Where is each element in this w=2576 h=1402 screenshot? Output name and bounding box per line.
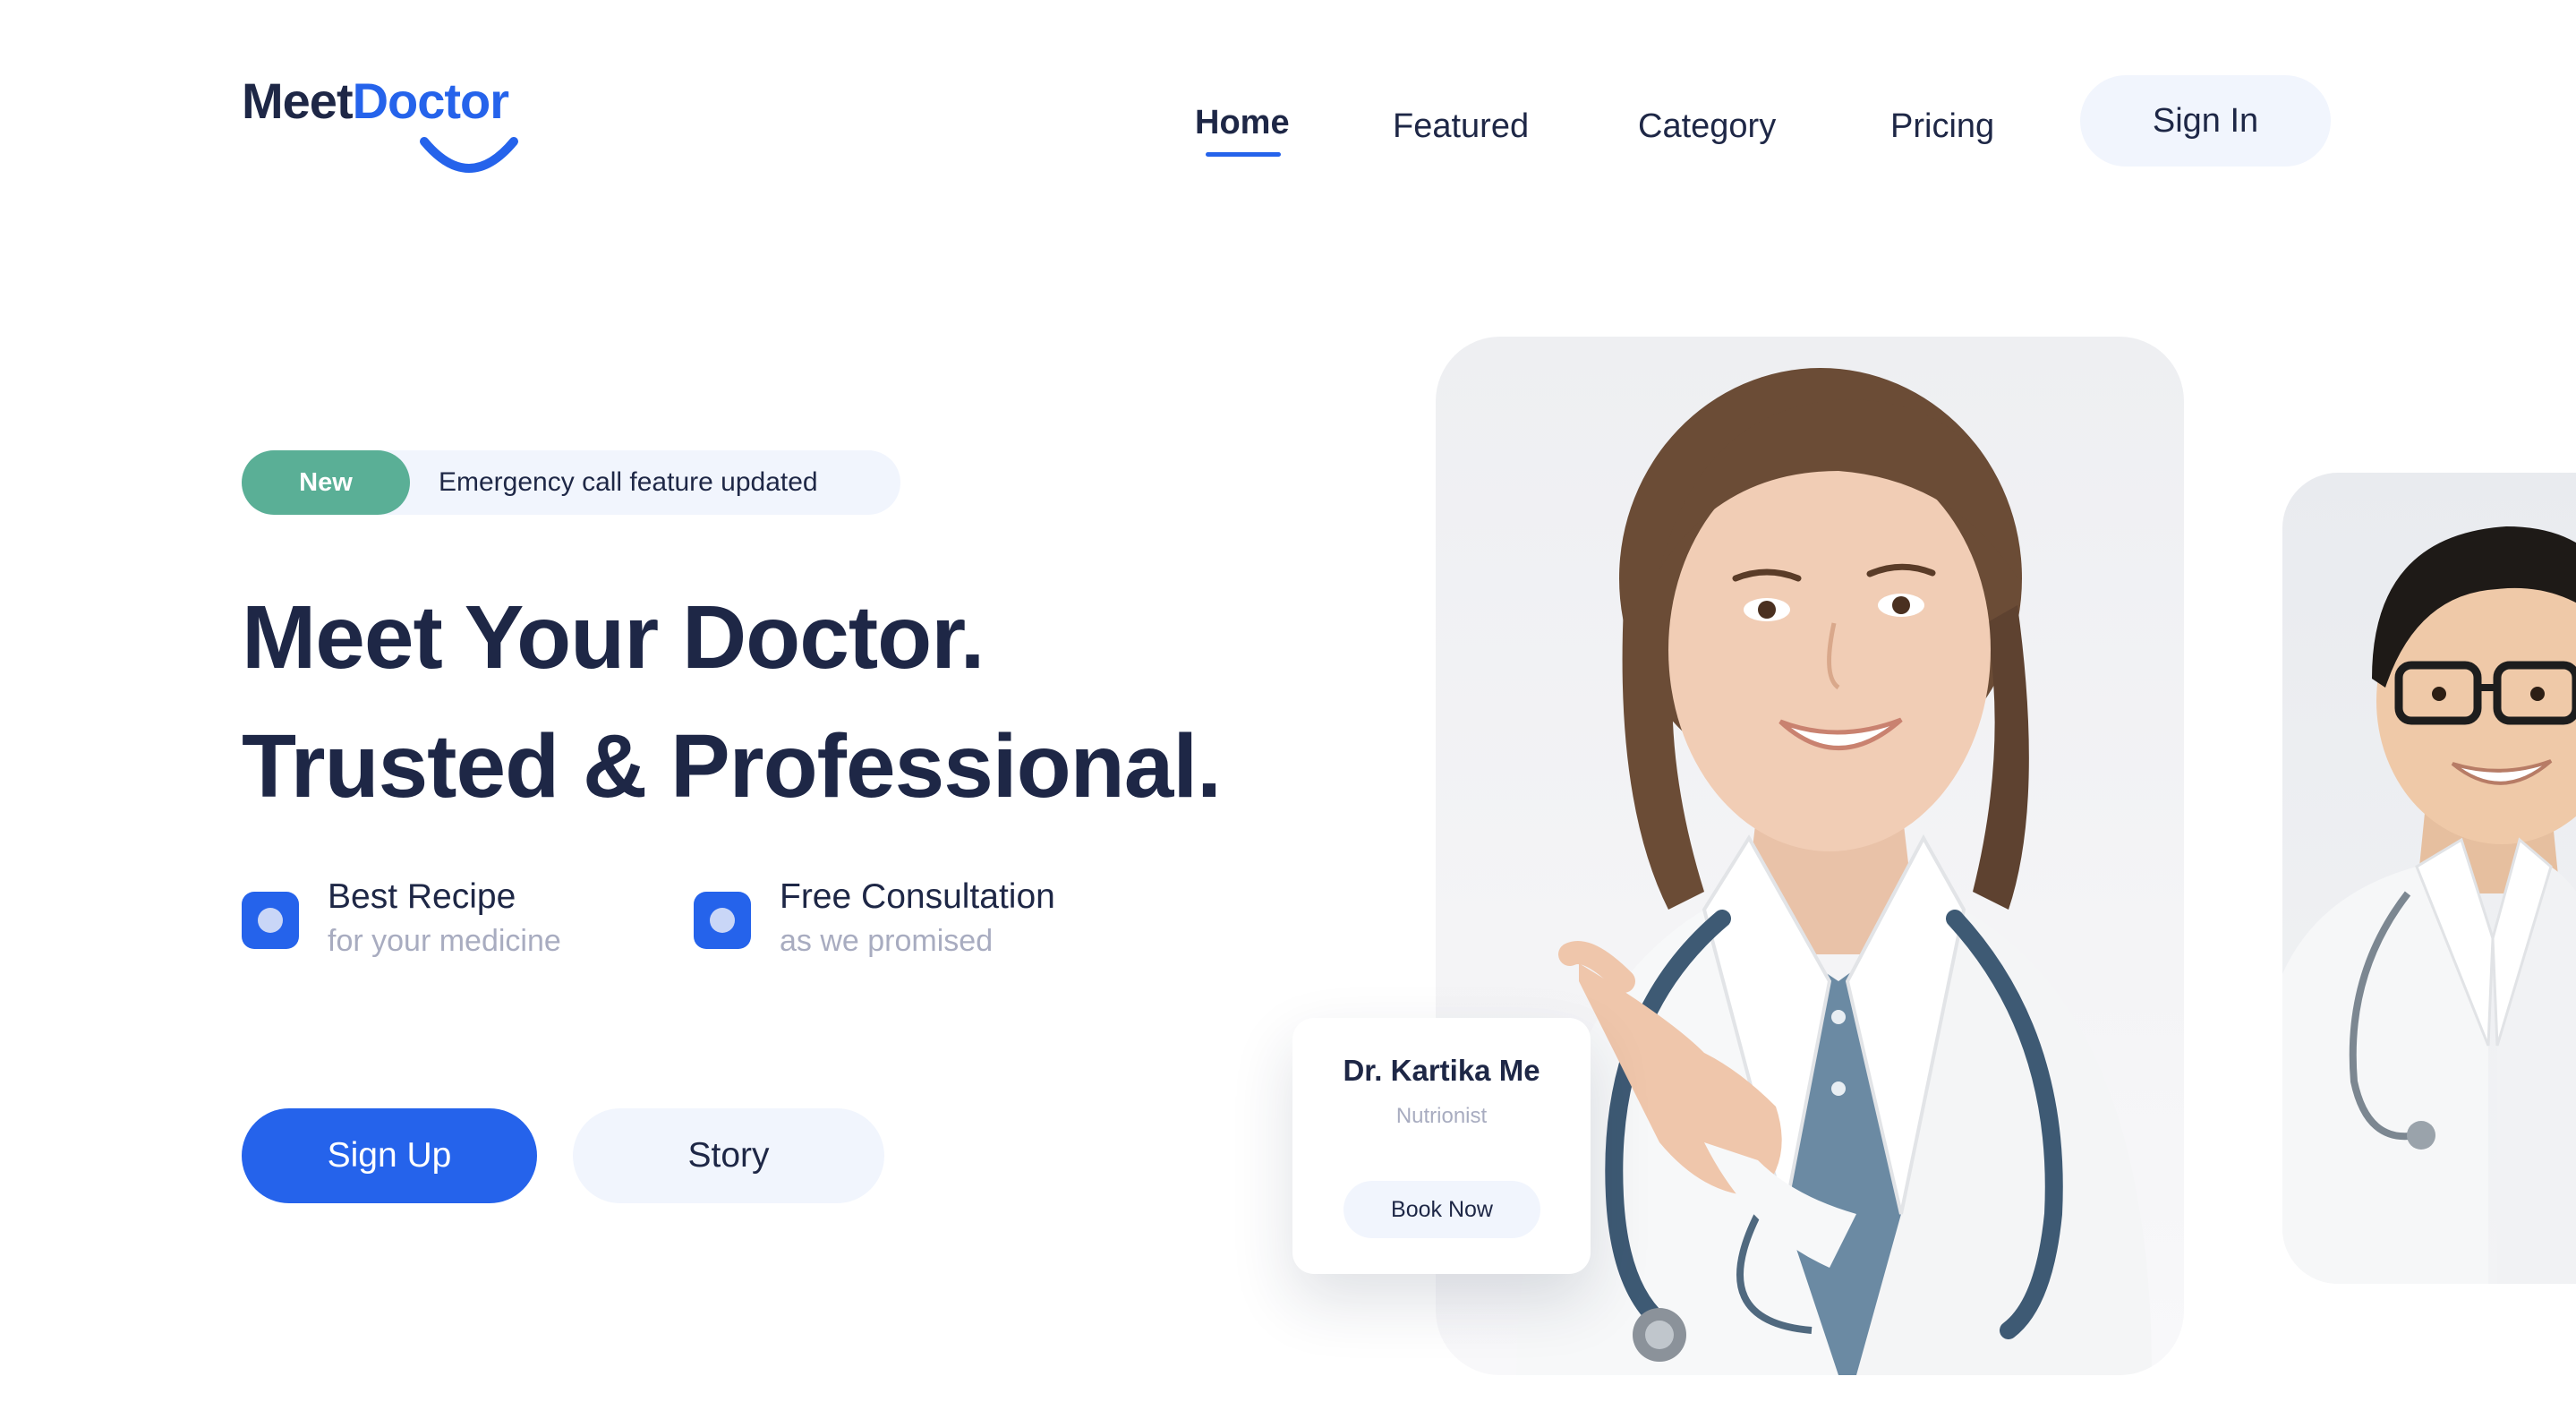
feature-subtitle: as we promised [780, 924, 994, 958]
feature-title: Free Consultation [780, 877, 1055, 916]
feature-best-recipe: Best Recipe for your medicine [242, 877, 618, 976]
feature-free-consultation: Free Consultation as we promised [694, 877, 1105, 976]
feature-recipe-icon [242, 892, 299, 949]
doctor-info-card: Dr. Kartika Me Nutrionist Book Now [1292, 1018, 1591, 1274]
brand-wordmark: MeetDoctor [242, 70, 564, 133]
nav-featured[interactable]: Featured [1393, 104, 1529, 149]
doctor-name: Dr. Kartika Me [1343, 1054, 1540, 1087]
announcement-pill[interactable]: New Emergency call feature updated [242, 450, 900, 515]
story-button[interactable]: Story [573, 1108, 884, 1203]
doctor-male-illustration [2282, 526, 2576, 1284]
sign-up-button[interactable]: Sign Up [242, 1108, 537, 1203]
announcement-text: Emergency call feature updated [439, 467, 818, 497]
nav-pricing[interactable]: Pricing [1890, 104, 1994, 149]
brand-name-part1: Meet [242, 73, 354, 129]
book-now-button[interactable]: Book Now [1343, 1181, 1540, 1238]
sign-in-button[interactable]: Sign In [2080, 75, 2331, 167]
doctor-role: Nutrionist [1395, 1104, 1488, 1128]
feature-title: Best Recipe [328, 877, 516, 916]
hero-line-2: Trusted & Professional. [242, 716, 1222, 816]
feature-subtitle: for your medicine [328, 924, 561, 958]
nav-active-indicator [1206, 152, 1281, 157]
brand-logo[interactable]: MeetDoctor [242, 70, 564, 177]
hero-line-1: Meet Your Doctor. [242, 587, 985, 688]
nav-category[interactable]: Category [1638, 104, 1776, 149]
nav-home[interactable]: Home [1195, 100, 1290, 145]
doctor-photo-secondary [2282, 473, 2576, 1284]
hero-headline: Meet Your Doctor. Trusted & Professional… [242, 573, 1222, 831]
brand-name-part2: Doctor [352, 73, 509, 129]
smile-logo-icon [420, 137, 518, 173]
feature-consultation-icon [694, 892, 751, 949]
new-badge: New [242, 450, 410, 515]
